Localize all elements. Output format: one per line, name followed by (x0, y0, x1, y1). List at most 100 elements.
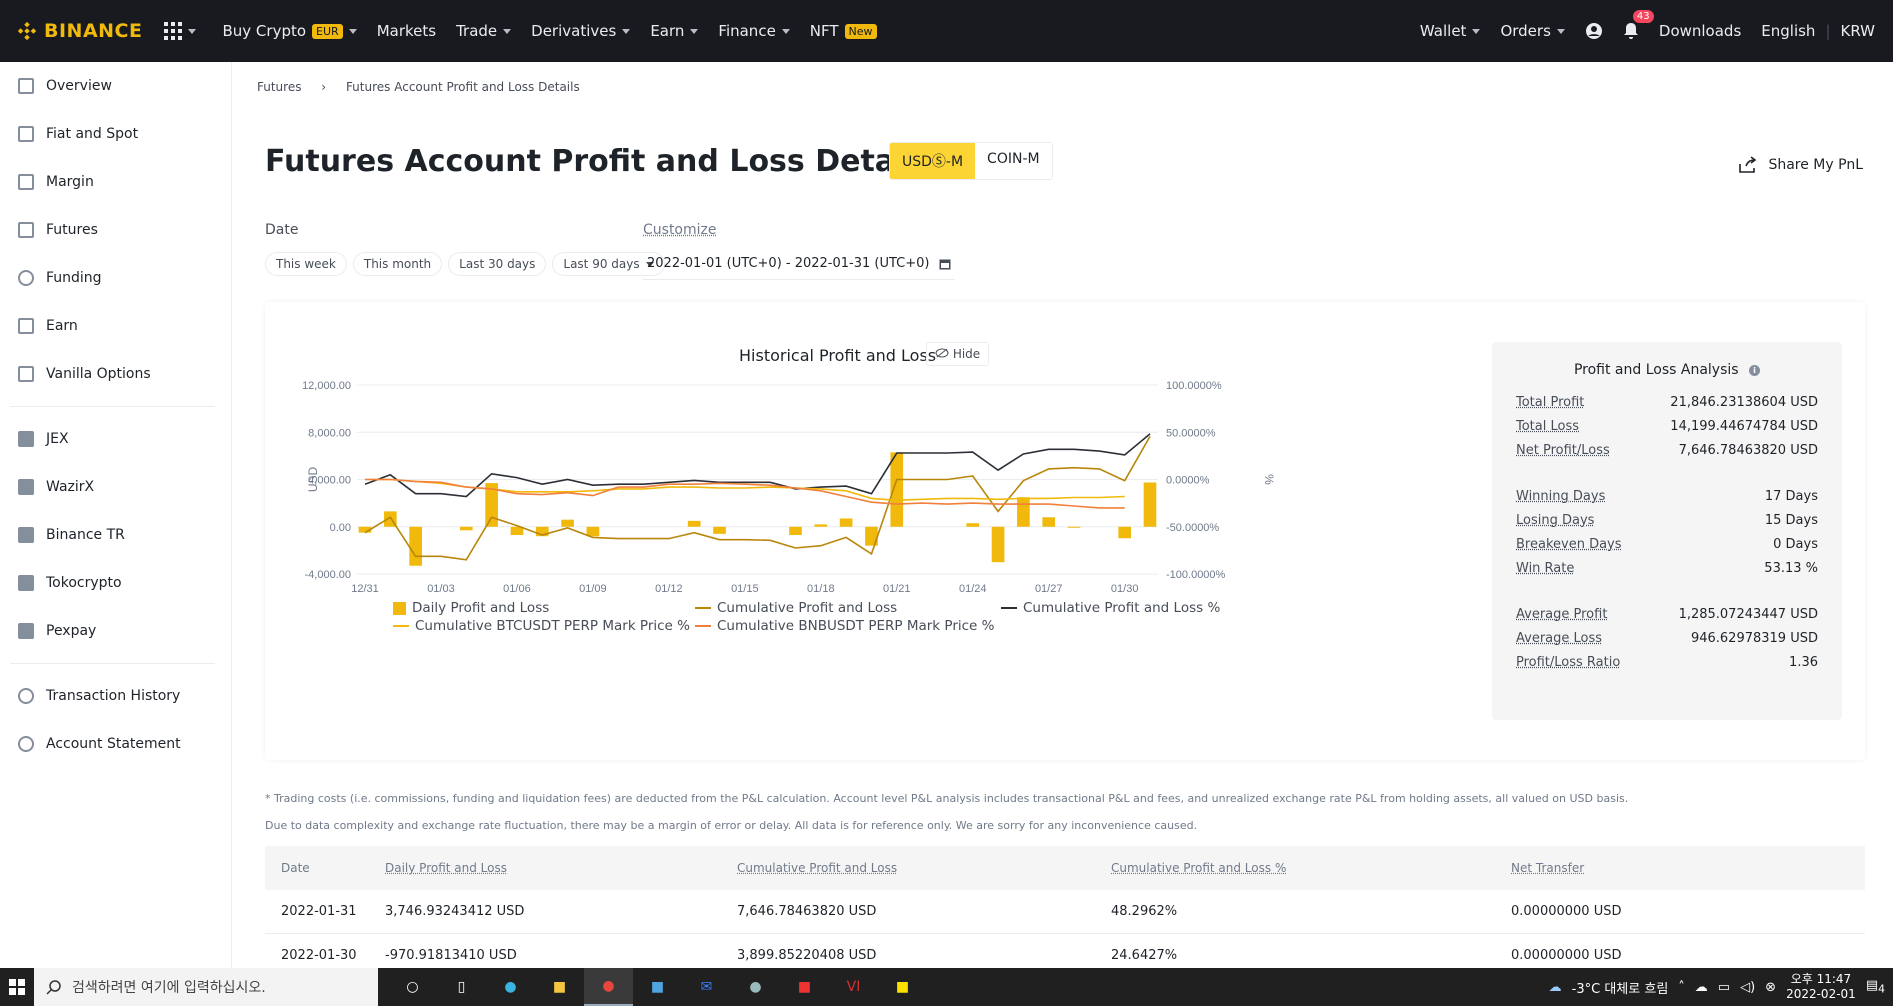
preset-this-month[interactable]: This month (352, 252, 443, 276)
edge-browser-icon[interactable]: ● (486, 968, 535, 1006)
taskbar-search-box[interactable]: 검색하려면 여기에 입력하십시오. (34, 968, 378, 1006)
cortana-icon[interactable]: ○ (388, 968, 437, 1006)
preset-last-30-days[interactable]: Last 30 days (448, 252, 547, 276)
bar-daily-pnl[interactable] (789, 526, 802, 536)
volume-icon[interactable]: ◁) (1740, 980, 1755, 995)
preset-this-week[interactable]: This week (265, 252, 347, 276)
bar-daily-pnl[interactable] (1143, 482, 1157, 527)
share-pnl-button[interactable]: Share My PnL (1738, 156, 1863, 174)
weather-text[interactable]: -3°C 대체로 흐림 (1572, 978, 1669, 997)
nav-finance[interactable]: Finance (718, 22, 790, 40)
date-range-picker[interactable]: 2022-01-01 (UTC+0) - 2022-01-31 (UTC+0) (643, 252, 956, 280)
bar-daily-pnl[interactable] (459, 526, 473, 531)
bar-daily-pnl[interactable] (966, 523, 980, 527)
bar-daily-pnl[interactable] (890, 452, 904, 527)
x-tick-label: 01/21 (883, 583, 911, 595)
nav-derivatives[interactable]: Derivatives (531, 22, 631, 40)
sidebar-item-margin[interactable]: Margin (0, 158, 231, 206)
sidebar-item-label: WazirX (46, 479, 95, 495)
coin-m-tab[interactable]: COIN-M (975, 143, 1052, 179)
binance-logo[interactable]: BINANCE (16, 20, 142, 42)
file-explorer-icon[interactable]: ■ (535, 968, 584, 1006)
bar-daily-pnl[interactable] (1067, 526, 1081, 528)
action-center-icon[interactable]: ▤4 (1866, 978, 1885, 996)
page-title-wrap: Futures Account Profit and Loss Details … (265, 144, 966, 179)
nav-trade[interactable]: Trade (456, 22, 512, 40)
chrome-browser-icon[interactable]: ● (584, 968, 633, 1006)
x-tick-label: 01/06 (503, 583, 531, 595)
sidebar-item-fiat-and-spot[interactable]: Fiat and Spot (0, 110, 231, 158)
info-icon[interactable]: i (1749, 364, 1761, 376)
notifications-button[interactable]: 43 (1623, 10, 1654, 40)
nav-nft[interactable]: NFT New (810, 22, 877, 40)
sidebar-item-overview[interactable]: Overview (0, 62, 231, 110)
menu-icon (18, 575, 34, 591)
mail-icon[interactable]: ✉ (682, 968, 731, 1006)
user-avatar[interactable] (1585, 22, 1603, 40)
sidebar-item-tokocrypto[interactable]: Tokocrypto (0, 559, 231, 607)
sidebar-item-label: Margin (46, 174, 94, 190)
breadcrumb: Futures › Futures Account Profit and Los… (257, 80, 596, 94)
vi-app-icon[interactable]: VI (829, 968, 878, 1006)
legend-cumulative[interactable]: Cumulative Profit and Loss (695, 600, 897, 616)
bar-daily-pnl[interactable] (1042, 517, 1056, 527)
clock-time: 오후 11:47 (1790, 972, 1852, 986)
legend-swatch (393, 601, 406, 615)
legend-daily[interactable]: Daily Profit and Loss (393, 600, 549, 616)
main-content: Futures › Futures Account Profit and Los… (233, 62, 1893, 978)
sidebar-item-vanilla-options[interactable]: Vanilla Options (0, 350, 231, 398)
nav-buy-crypto[interactable]: Buy Crypto EUR (222, 22, 357, 40)
legend-btcusdt[interactable]: Cumulative BTCUSDT PERP Mark Price % (393, 618, 690, 634)
legend-cumulative-pct[interactable]: Cumulative Profit and Loss % (1001, 600, 1220, 616)
sidebar-item-binance-tr[interactable]: Binance TR (0, 511, 231, 559)
page-title: Futures Account Profit and Loss Details (265, 144, 934, 179)
steam-icon[interactable]: ● (731, 968, 780, 1006)
y2-tick-label: -50.0000% (1166, 522, 1219, 534)
ime-icon[interactable]: ⊗ (1765, 980, 1776, 995)
task-view-icon[interactable]: ▯ (437, 968, 486, 1006)
bar-daily-pnl[interactable] (991, 526, 1005, 563)
tray-chevron-icon[interactable]: ˄ (1678, 980, 1685, 995)
bar-daily-pnl[interactable] (839, 518, 853, 527)
nav-markets[interactable]: Markets (377, 22, 436, 40)
game-app-icon[interactable]: ■ (780, 968, 829, 1006)
breadcrumb-futures[interactable]: Futures (257, 80, 301, 94)
wallet-menu[interactable]: Wallet (1420, 22, 1481, 40)
downloads-link[interactable]: Downloads (1659, 22, 1741, 40)
legend-bnbusdt[interactable]: Cumulative BNBUSDT PERP Mark Price % (695, 618, 994, 634)
chevron-down-icon (348, 28, 357, 34)
usds-m-tab[interactable]: USDⓈ-M (890, 143, 976, 179)
sidebar-item-wazirx[interactable]: WazirX (0, 463, 231, 511)
analysis-key: Total Loss (1516, 418, 1580, 434)
sidebar-item-futures[interactable]: Futures (0, 206, 231, 254)
bar-daily-pnl[interactable] (713, 526, 726, 534)
language-selector[interactable]: English (1761, 22, 1815, 40)
sidebar-item-jex[interactable]: JEX (0, 415, 231, 463)
nav-earn[interactable]: Earn (650, 22, 699, 40)
sidebar-item-account-statement[interactable]: Account Statement (0, 720, 231, 768)
bar-daily-pnl[interactable] (561, 519, 574, 527)
clock[interactable]: 오후 11:47 2022-02-01 (1786, 972, 1856, 1002)
sidebar-item-transaction-history[interactable]: Transaction History (0, 672, 231, 720)
sidebar-item-label: Overview (46, 78, 112, 94)
x-tick-label: 01/12 (655, 583, 683, 595)
currency-selector[interactable]: | KRW (1825, 22, 1875, 40)
microsoft-store-icon[interactable]: ■ (633, 968, 682, 1006)
bar-daily-pnl[interactable] (586, 526, 600, 537)
bar-daily-pnl[interactable] (687, 520, 701, 527)
sidebar-item-funding[interactable]: Funding (0, 254, 231, 302)
tray-cloud-icon[interactable]: ☁ (1695, 980, 1708, 995)
apps-grid-icon[interactable] (164, 22, 183, 40)
line-series-4[interactable] (365, 478, 1125, 509)
bar-daily-pnl[interactable] (814, 524, 828, 527)
chevron-down-icon (622, 28, 631, 34)
orders-menu[interactable]: Orders (1500, 22, 1565, 40)
bar-daily-pnl[interactable] (409, 526, 422, 566)
windows-start-button[interactable] (0, 968, 34, 1006)
kakaotalk-icon[interactable]: ■ (878, 968, 927, 1006)
bar-daily-pnl[interactable] (1017, 497, 1030, 527)
sidebar-item-pexpay[interactable]: Pexpay (0, 607, 231, 655)
network-icon[interactable]: ▭ (1718, 980, 1730, 995)
bar-daily-pnl[interactable] (1118, 526, 1132, 539)
sidebar-item-earn[interactable]: Earn (0, 302, 231, 350)
